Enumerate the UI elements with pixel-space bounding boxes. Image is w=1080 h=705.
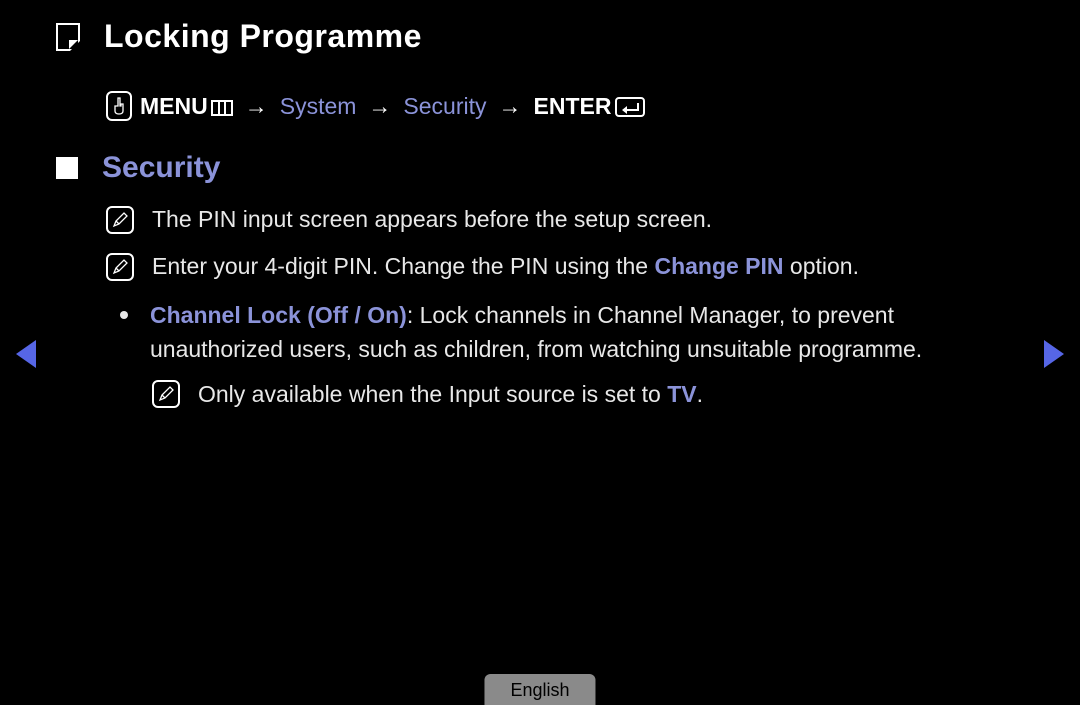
change-pin-highlight: Change PIN [654, 253, 783, 279]
breadcrumb-menu: MENU [140, 93, 233, 120]
section-bullet-icon [56, 157, 78, 179]
arrow-icon: → [368, 93, 391, 120]
page-title: Locking Programme [104, 18, 422, 55]
language-badge[interactable]: English [484, 674, 595, 705]
channel-lock-label: Channel Lock (Off / On) [150, 302, 407, 328]
breadcrumb: MENU → System → Security → ENTER [106, 91, 1024, 121]
page-bullet-icon [56, 23, 80, 51]
pencil-note-icon [152, 380, 180, 408]
section-heading: Security [102, 151, 220, 185]
breadcrumb-security: Security [403, 93, 486, 120]
breadcrumb-enter: ENTER [534, 93, 646, 120]
note-text: The PIN input screen appears before the … [152, 203, 1024, 236]
bullet-text: Channel Lock (Off / On): Lock channels i… [150, 298, 1024, 367]
pencil-note-icon [106, 253, 134, 281]
arrow-icon: → [245, 93, 268, 120]
arrow-icon: → [499, 93, 522, 120]
menu-grid-icon [211, 100, 233, 116]
note-text: Only available when the Input source is … [198, 377, 1024, 412]
nav-next-button[interactable] [1044, 340, 1064, 368]
breadcrumb-system: System [280, 93, 357, 120]
enter-icon [615, 97, 645, 117]
pencil-note-icon [106, 206, 134, 234]
bullet-icon [120, 311, 128, 319]
nav-prev-button[interactable] [16, 340, 36, 368]
hand-icon [106, 91, 132, 121]
note-text: Enter your 4-digit PIN. Change the PIN u… [152, 250, 1024, 283]
tv-highlight: TV [667, 381, 696, 407]
